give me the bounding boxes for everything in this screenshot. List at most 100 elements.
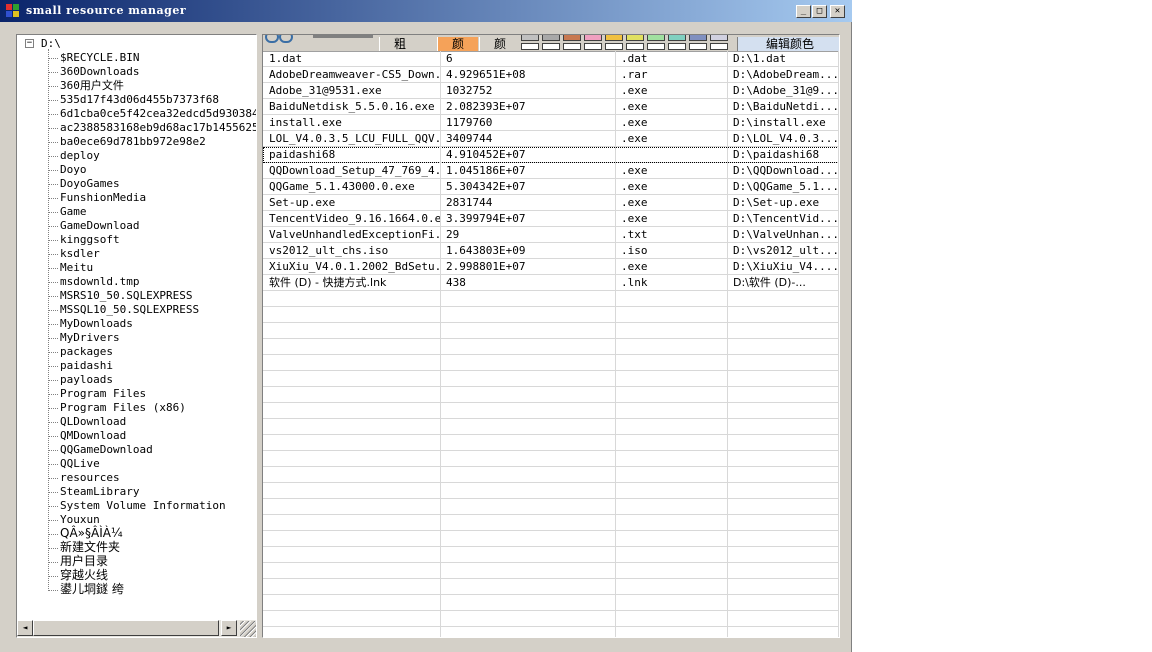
- file-name-cell: Set-up.exe: [269, 196, 336, 209]
- empty-row[interactable]: [263, 307, 839, 323]
- maximize-button[interactable]: □: [812, 5, 827, 18]
- color-swatch[interactable]: [689, 43, 707, 50]
- collapse-icon[interactable]: −: [25, 39, 34, 48]
- color-swatch[interactable]: [668, 43, 686, 50]
- table-row[interactable]: 1.dat 6 .dat D:\1.dat: [263, 51, 839, 67]
- tree-branch-line: [48, 128, 58, 129]
- empty-row[interactable]: [263, 419, 839, 435]
- color-swatch[interactable]: [584, 43, 602, 50]
- empty-row[interactable]: [263, 483, 839, 499]
- column-divider: [440, 51, 441, 637]
- color-swatch[interactable]: [710, 35, 728, 41]
- tree-folder-label: resources: [60, 471, 120, 484]
- table-row[interactable]: QQGame_5.1.43000.0.exe 5.304342E+07 .exe D:…: [263, 179, 839, 195]
- tree-folder-label: MyDrivers: [60, 331, 120, 344]
- empty-row[interactable]: [263, 451, 839, 467]
- toolbar-icon[interactable]: [265, 35, 279, 43]
- color-swatch[interactable]: [584, 35, 602, 41]
- empty-row[interactable]: [263, 291, 839, 307]
- tree-folder-label: 鍙儿垌鐩 绔: [60, 582, 124, 596]
- empty-row[interactable]: [263, 403, 839, 419]
- close-button[interactable]: ✕: [830, 5, 845, 18]
- empty-row[interactable]: [263, 579, 839, 595]
- table-row[interactable]: AdobeDreamweaver-CS5_Down... 4.929651E+08…: [263, 67, 839, 83]
- scroll-right-button[interactable]: ►: [221, 620, 237, 636]
- title-bar[interactable]: small resource manager _ □ ✕: [0, 0, 852, 22]
- empty-row[interactable]: [263, 531, 839, 547]
- bold-button[interactable]: 粗: [379, 37, 420, 51]
- color-swatch[interactable]: [542, 43, 560, 50]
- color-swatch[interactable]: [710, 43, 728, 50]
- tree-folder-label: 535d17f43d06d455b7373f68: [60, 93, 219, 106]
- tree-branch-line: [48, 590, 58, 591]
- empty-row[interactable]: [263, 595, 839, 611]
- color-swatch[interactable]: [521, 43, 539, 50]
- color-swatch[interactable]: [563, 35, 581, 41]
- color-swatch[interactable]: [647, 43, 665, 50]
- table-row[interactable]: vs2012_ult_chs.iso 1.643803E+09 .iso D:\vs2…: [263, 243, 839, 259]
- table-row[interactable]: ValveUnhandledExceptionFi... 29 .txt D:\Val…: [263, 227, 839, 243]
- tree-folder-label: QLDownload: [60, 415, 127, 428]
- empty-row[interactable]: [263, 467, 839, 483]
- color-swatch[interactable]: [563, 43, 581, 50]
- empty-row[interactable]: [263, 355, 839, 371]
- empty-row[interactable]: [263, 435, 839, 451]
- tree-branch-line: [48, 72, 58, 73]
- color-button[interactable]: 颜: [479, 37, 520, 51]
- toolbar-icon[interactable]: [279, 35, 293, 43]
- minimize-button[interactable]: _: [796, 5, 811, 18]
- table-row[interactable]: install.exe 1179760 .exe D:\install.exe: [263, 115, 839, 131]
- empty-row[interactable]: [263, 515, 839, 531]
- color-swatch[interactable]: [689, 35, 707, 41]
- column-divider: [727, 51, 728, 637]
- empty-row[interactable]: [263, 371, 839, 387]
- empty-row[interactable]: [263, 627, 839, 637]
- table-row[interactable]: paidashi68 4.910452E+07 D:\paidashi68: [263, 147, 839, 163]
- color-swatch[interactable]: [626, 43, 644, 50]
- file-extension-cell: .exe: [621, 84, 648, 97]
- column-divider: [615, 51, 616, 637]
- color-swatch[interactable]: [668, 35, 686, 41]
- tree-branch-line: [48, 380, 58, 381]
- color-swatch[interactable]: [605, 43, 623, 50]
- tree-branch-line: [48, 100, 58, 101]
- table-row[interactable]: Set-up.exe 2831744 .exe D:\Set-up.exe: [263, 195, 839, 211]
- file-extension-cell: .exe: [621, 164, 648, 177]
- table-row[interactable]: TencentVideo_9.16.1664.0.exe 3.399794E+07…: [263, 211, 839, 227]
- tree-branch-line: [48, 184, 58, 185]
- tree-folder-label: System Volume Information: [60, 499, 226, 512]
- scroll-thumb[interactable]: [33, 620, 219, 636]
- empty-row[interactable]: [263, 611, 839, 627]
- scroll-left-button[interactable]: ◄: [17, 620, 33, 636]
- color-swatch[interactable]: [542, 35, 560, 41]
- table-row[interactable]: LOL_V4.0.3.5_LCU_FULL_QQV... 3409744 .exe D…: [263, 131, 839, 147]
- color-swatch[interactable]: [521, 35, 539, 41]
- empty-row[interactable]: [263, 563, 839, 579]
- folder-tree[interactable]: − D:\ $RECYCLE.BIN 360Downloads 360用户文件 535…: [16, 34, 257, 638]
- tree-branch-line: [48, 310, 58, 311]
- tree-connector-line: [48, 49, 49, 589]
- color-swatch[interactable]: [647, 35, 665, 41]
- file-size-cell: 2831744: [446, 196, 493, 209]
- table-row[interactable]: Adobe_31@9531.exe 1032752 .exe D:\Adobe_31@…: [263, 83, 839, 99]
- edit-colors-button[interactable]: 编辑颜色: [737, 37, 839, 51]
- color-swatch[interactable]: [605, 35, 623, 41]
- empty-row[interactable]: [263, 547, 839, 563]
- empty-row[interactable]: [263, 323, 839, 339]
- tree-horizontal-scrollbar[interactable]: ◄ ►: [17, 620, 256, 637]
- tree-branch-line: [48, 240, 58, 241]
- tree-branch-line: [48, 86, 58, 87]
- table-row[interactable]: QQDownload_Setup_47_769_4... 1.045186E+07…: [263, 163, 839, 179]
- table-row[interactable]: BaiduNetdisk_5.5.0.16.exe 2.082393E+07 .ex…: [263, 99, 839, 115]
- table-row[interactable]: XiuXiu_V4.0.1.2002_BdSetu... 2.998801E+07…: [263, 259, 839, 275]
- empty-row[interactable]: [263, 339, 839, 355]
- tree-folder-label: Program Files (x86): [60, 401, 186, 414]
- table-row[interactable]: 软件 (D) - 快捷方式.lnk 438 .lnk D:\软件 (D)-...: [263, 275, 839, 291]
- color-button-active[interactable]: 颜: [437, 37, 478, 51]
- size-grip[interactable]: [240, 621, 256, 637]
- empty-row[interactable]: [263, 387, 839, 403]
- color-swatch[interactable]: [626, 35, 644, 41]
- toolbar-divider: [313, 35, 373, 38]
- empty-row[interactable]: [263, 499, 839, 515]
- tree-folder-label: QMDownload: [60, 429, 127, 442]
